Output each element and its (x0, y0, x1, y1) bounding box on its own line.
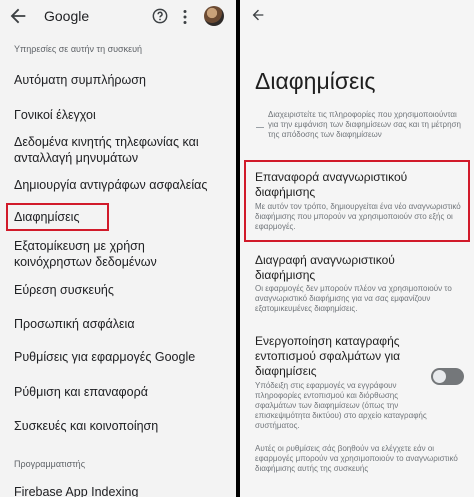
item-shared-data-personalization[interactable]: Εξατομίκευση με χρήση κοινόχρηστων δεδομ… (14, 238, 226, 270)
item-autofill[interactable]: Αυτόματη συμπλήρωση (14, 72, 226, 88)
item-google-apps-settings[interactable]: Ρυθμίσεις για εφαρμογές Google (14, 349, 226, 365)
item-personal-safety[interactable]: Προσωπική ασφάλεια (14, 316, 226, 332)
delete-ad-id-title[interactable]: Διαγραφή αναγνωριστικού διαφήμισης (255, 253, 451, 283)
delete-ad-id-desc: Οι εφαρμογές δεν μπορούν πλέον να χρησιμ… (255, 284, 452, 313)
debug-logging-toggle[interactable] (431, 368, 464, 385)
debug-logging-desc: Υπόδειξη στις εφαρμογές να εγγράφουν πλη… (255, 381, 427, 430)
highlight-box-reset-ad-id (244, 160, 470, 242)
back-arrow-icon[interactable] (250, 7, 266, 23)
item-backup[interactable]: Δημιουργία αντιγράφων ασφαλείας (14, 177, 226, 193)
toggle-knob (433, 370, 446, 383)
more-vert-icon[interactable] (180, 9, 190, 25)
item-mobile-data-messaging[interactable]: Δεδομένα κινητής τηλεφωνίας και ανταλλαγ… (14, 134, 226, 166)
info-icon (256, 127, 264, 128)
section-header-developer: Προγραμματιστής (14, 459, 86, 469)
item-devices-sharing[interactable]: Συσκευές και κοινοποίηση (14, 418, 226, 434)
section-header-device-services: Υπηρεσίες σε αυτήν τη συσκευή (14, 44, 143, 54)
item-find-device[interactable]: Εύρεση συσκευής (14, 282, 226, 298)
google-settings-panel: Google Υπηρεσίες σε αυτήν τη συσκευή Αυτ… (0, 0, 236, 497)
item-setup-restore[interactable]: Ρύθμιση και επαναφορά (14, 384, 226, 400)
back-arrow-icon[interactable] (7, 5, 29, 27)
ads-settings-panel: Διαφημίσεις Διαχειριστείτε τις πληροφορί… (240, 0, 474, 497)
intro-text: Διαχειριστείτε τις πληροφορίες που χρησι… (268, 110, 461, 139)
item-parental-controls[interactable]: Γονικοί έλεγχοι (14, 107, 226, 123)
highlight-box-ads (6, 203, 109, 231)
avatar[interactable] (204, 6, 224, 26)
top-app-bar: Google (0, 0, 236, 34)
page-title: Διαφημίσεις (255, 68, 376, 94)
help-icon[interactable] (152, 8, 168, 24)
page-title: Google (44, 8, 90, 24)
item-firebase-app-indexing[interactable]: Firebase App Indexing (14, 484, 226, 497)
debug-logging-title[interactable]: Ενεργοποίηση καταγραφής εντοπισμού σφαλμ… (255, 334, 427, 379)
footer-text: Αυτές οι ρυθμίσεις σάς βοηθούν να ελέγχε… (255, 444, 458, 473)
